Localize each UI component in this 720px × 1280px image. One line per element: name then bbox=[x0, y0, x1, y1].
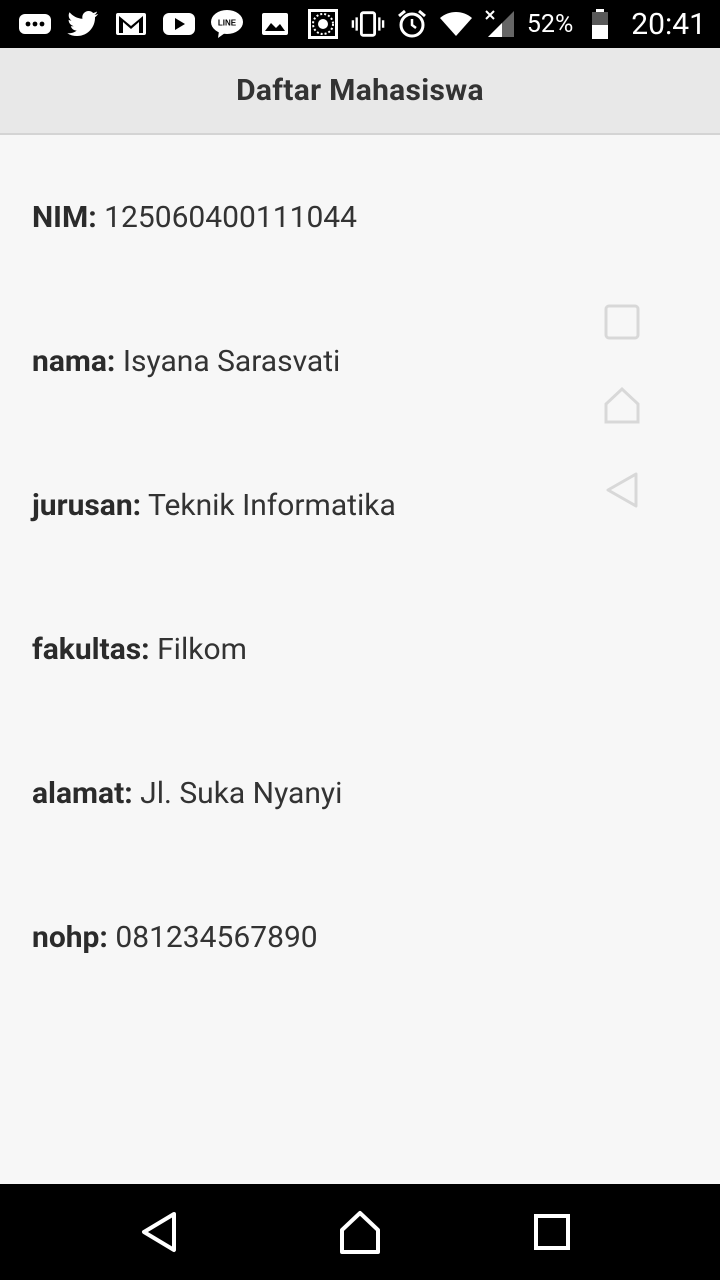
nama-label: nama: bbox=[32, 344, 116, 379]
gmail-icon bbox=[114, 9, 148, 39]
jurusan-value: Teknik Informatika bbox=[148, 488, 396, 523]
nohp-label: nohp: bbox=[32, 920, 108, 955]
system-icons: 52% 20:41 bbox=[351, 7, 706, 42]
alamat-value: Jl. Suka Nyanyi bbox=[140, 776, 343, 811]
fakultas-label: fakultas: bbox=[32, 632, 150, 667]
ghost-back-icon bbox=[600, 468, 644, 512]
nim-label: NIM: bbox=[32, 200, 97, 235]
alamat-label: alamat: bbox=[32, 776, 133, 811]
line-icon: LINE bbox=[210, 9, 244, 39]
wifi-icon bbox=[439, 9, 473, 39]
jurusan-label: jurusan: bbox=[32, 488, 142, 523]
back-button[interactable] bbox=[136, 1208, 184, 1256]
home-icon bbox=[340, 1211, 380, 1254]
navigation-bar bbox=[0, 1184, 720, 1280]
back-icon bbox=[142, 1212, 176, 1252]
fakultas-field: fakultas: Filkom bbox=[32, 632, 247, 667]
svg-text:LINE: LINE bbox=[218, 19, 237, 28]
home-button[interactable] bbox=[336, 1208, 384, 1256]
status-bar: LINE 52% 20:41 bbox=[0, 0, 720, 48]
gallery-icon bbox=[258, 9, 292, 39]
nama-value: Isyana Sarasvati bbox=[122, 344, 341, 379]
signal-icon bbox=[483, 9, 517, 39]
battery-icon bbox=[583, 9, 617, 39]
ghost-nav-overlay bbox=[600, 300, 644, 515]
notification-icons: LINE bbox=[18, 9, 340, 39]
more-icon bbox=[18, 9, 52, 39]
alamat-field: alamat: Jl. Suka Nyanyi bbox=[32, 776, 342, 811]
nohp-value: 081234567890 bbox=[115, 920, 318, 955]
nohp-field: nohp: 081234567890 bbox=[32, 920, 318, 955]
vibrate-icon bbox=[351, 9, 385, 39]
nama-field: nama: Isyana Sarasvati bbox=[32, 344, 340, 379]
ghost-home-icon bbox=[600, 384, 644, 428]
page-title: Daftar Mahasiswa bbox=[236, 73, 484, 108]
quran-icon bbox=[306, 9, 340, 39]
student-detail: NIM: 125060400111044 nama: Isyana Sarasv… bbox=[0, 136, 720, 1184]
nim-value: 125060400111044 bbox=[104, 200, 358, 235]
clock: 20:41 bbox=[631, 6, 706, 42]
action-bar: Daftar Mahasiswa bbox=[0, 48, 720, 135]
youtube-icon bbox=[162, 9, 196, 39]
jurusan-field: jurusan: Teknik Informatika bbox=[32, 488, 396, 523]
ghost-recent-icon bbox=[600, 300, 644, 344]
recent-apps-icon bbox=[534, 1214, 570, 1250]
battery-percent: 52% bbox=[526, 9, 574, 39]
fakultas-value: Filkom bbox=[157, 632, 247, 667]
recent-apps-button[interactable] bbox=[528, 1208, 576, 1256]
nim-field: NIM: 125060400111044 bbox=[32, 200, 357, 235]
alarm-icon bbox=[395, 9, 429, 39]
twitter-icon bbox=[66, 9, 100, 39]
